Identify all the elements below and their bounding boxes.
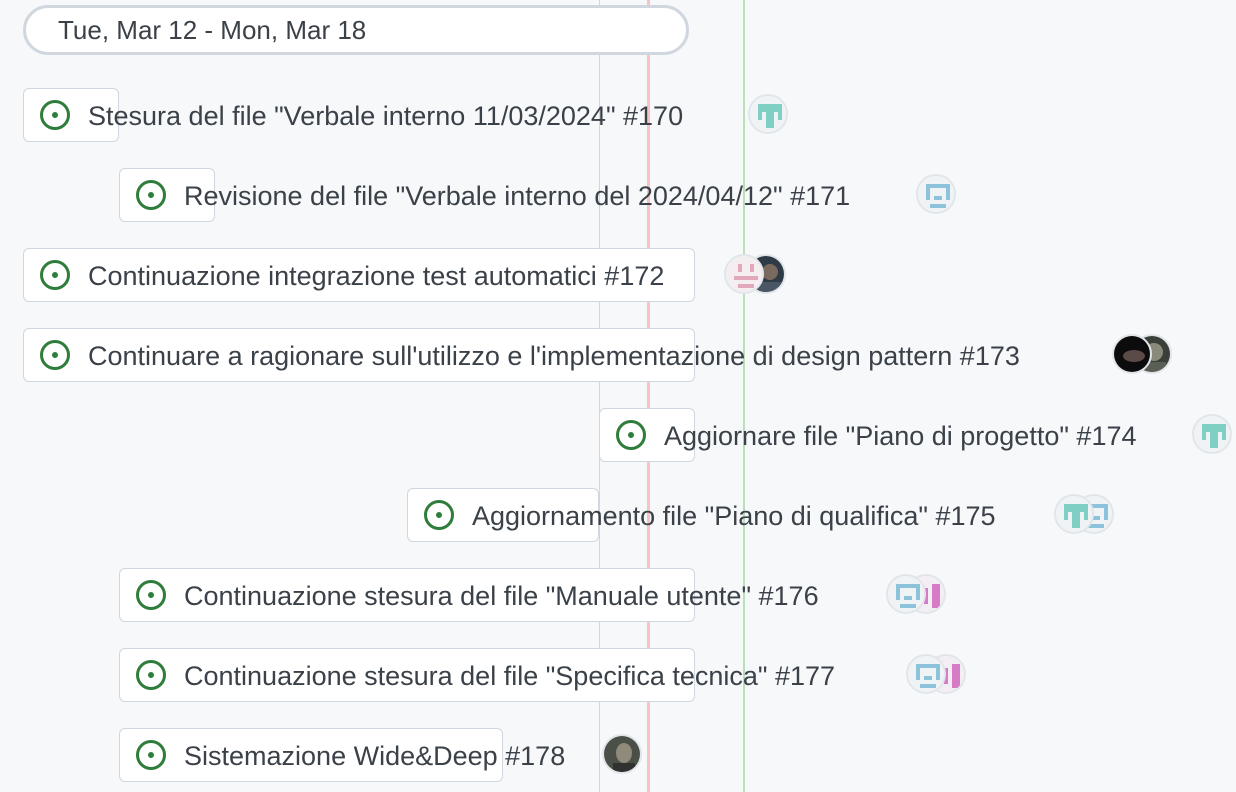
issue-open-icon [616,420,646,450]
issue-open-icon [136,580,166,610]
issue-open-icon [424,500,454,530]
date-range-header: Tue, Mar 12 - Mon, Mar 18 [23,5,689,55]
item-title[interactable]: Sistemazione Wide&Deep #178 [184,740,565,772]
issue-open-icon [136,660,166,690]
item-title[interactable]: Continuazione stesura del file "Specific… [184,660,835,692]
roadmap-item[interactable]: Sistemazione Wide&Deep #178 [0,728,1236,784]
teal-identicon-avatar[interactable] [1192,414,1232,454]
roadmap-timeline: Tue, Mar 12 - Mon, Mar 18 Stesura del fi… [0,0,1236,792]
item-title[interactable]: Continuazione integrazione test automati… [88,260,664,292]
photo-avatar[interactable] [602,734,642,774]
issue-open-icon [40,100,70,130]
roadmap-item[interactable]: Aggiornare file "Piano di progetto" #174 [0,408,1236,464]
item-title[interactable]: Aggiornamento file "Piano di qualifica" … [472,500,996,532]
roadmap-item[interactable]: Stesura del file "Verbale interno 11/03/… [0,88,1236,144]
item-title[interactable]: Continuazione stesura del file "Manuale … [184,580,819,612]
roadmap-item[interactable]: Aggiornamento file "Piano di qualifica" … [0,488,1236,544]
item-title[interactable]: Continuare a ragionare sull'utilizzo e l… [88,340,1020,372]
issue-open-icon [136,180,166,210]
roadmap-item[interactable]: Revisione del file "Verbale interno del … [0,168,1236,224]
roadmap-item[interactable]: Continuazione stesura del file "Specific… [0,648,1236,704]
roadmap-item[interactable]: Continuazione integrazione test automati… [0,248,1236,304]
issue-open-icon [40,260,70,290]
lightblue-identicon-avatar[interactable] [916,174,956,214]
issue-open-icon [136,740,166,770]
item-title[interactable]: Revisione del file "Verbale interno del … [184,180,850,212]
teal-identicon-avatar[interactable] [1054,494,1094,534]
roadmap-item[interactable]: Continuazione stesura del file "Manuale … [0,568,1236,624]
lightblue-identicon-avatar[interactable] [886,574,926,614]
issue-open-icon [40,340,70,370]
roadmap-item[interactable]: Continuare a ragionare sull'utilizzo e l… [0,328,1236,384]
dark-photo-avatar[interactable] [1112,334,1152,374]
lightblue-identicon-avatar[interactable] [906,654,946,694]
item-title[interactable]: Aggiornare file "Piano di progetto" #174 [664,420,1137,452]
teal-identicon-avatar[interactable] [748,94,788,134]
pink-identicon-avatar[interactable] [724,254,764,294]
item-title[interactable]: Stesura del file "Verbale interno 11/03/… [88,100,683,132]
